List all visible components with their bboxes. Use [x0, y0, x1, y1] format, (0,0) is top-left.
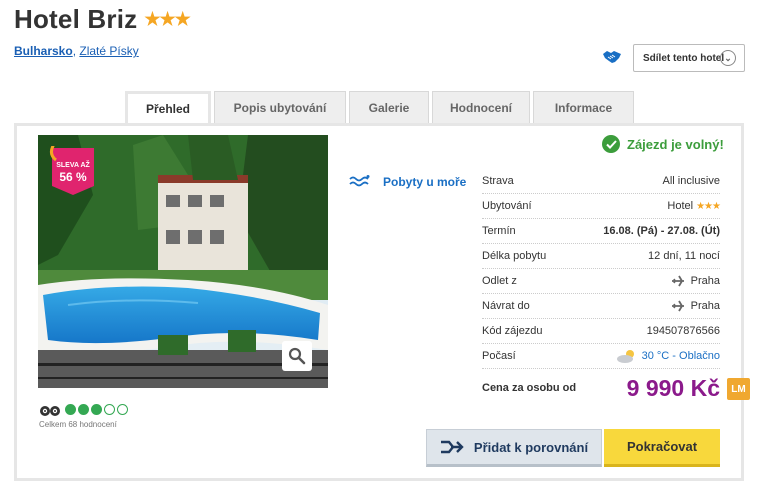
rating-dot [91, 404, 102, 415]
detail-row-return: Návrat do Praha [482, 294, 720, 319]
accommodation-stars: ★★★ [696, 200, 721, 212]
detail-label: Ubytování [482, 200, 532, 212]
detail-label: Návrat do [482, 300, 530, 312]
detail-value: Hotel ★★★ [667, 200, 721, 212]
breadcrumb-separator: , [72, 44, 77, 58]
rating-dot [78, 404, 89, 415]
tab-reviews-label: Hodnocení [450, 100, 512, 115]
sale-badge-line1: SLEVA AŽ [56, 160, 90, 169]
compare-arrow-icon [440, 440, 464, 454]
breadcrumb: Bulharsko, Zlaté Písky [14, 44, 139, 58]
check-circle-icon [602, 135, 620, 153]
tab-description-label: Popis ubytování [233, 100, 327, 115]
tab-description[interactable]: Popis ubytování [214, 91, 346, 123]
detail-value: Praha [671, 275, 720, 287]
continue-button[interactable]: Pokračovat [604, 429, 720, 467]
price-label: Cena za osobu od [482, 382, 577, 394]
detail-label: Strava [482, 175, 514, 187]
sale-badge-line2: 56 % [59, 170, 87, 184]
detail-value: All inclusive [662, 175, 720, 187]
category-sea-label: Pobyty u moře [383, 175, 467, 189]
detail-label: Délka pobytu [482, 250, 547, 262]
tab-gallery-label: Galerie [368, 100, 410, 115]
continue-label: Pokračovat [626, 439, 698, 454]
hotel-name: Hotel Briz [14, 4, 138, 34]
detail-value: Praha [671, 300, 720, 312]
detail-row-duration: Délka pobytu 12 dní, 11 nocí [482, 244, 720, 269]
tab-reviews[interactable]: Hodnocení [432, 91, 530, 123]
rating-dot [104, 404, 115, 415]
availability-status: Zájezd je volný! [602, 135, 724, 153]
detail-label: Termín [482, 225, 516, 237]
detail-value: 30 °C - Oblačno [616, 349, 720, 363]
accommodation-type: Hotel [667, 200, 694, 212]
tab-overview-label: Přehled [145, 102, 190, 116]
detail-label: Odlet z [482, 275, 517, 287]
tab-overview[interactable]: Přehled [125, 91, 211, 124]
handshake-icon[interactable] [602, 48, 622, 66]
chevron-down-icon: ⌄ [720, 50, 736, 66]
trip-details: Strava All inclusive Ubytování Hotel ★★★… [482, 169, 721, 407]
availability-text: Zájezd je volný! [627, 136, 724, 152]
waves-icon [349, 175, 370, 187]
tripadvisor-rating [65, 404, 128, 415]
page-title: Hotel Briz ★★★ [14, 4, 191, 35]
detail-row-code: Kód zájezdu 194507876566 [482, 319, 720, 344]
zoom-button[interactable] [282, 341, 312, 371]
hotel-stars: ★★★ [144, 9, 190, 29]
detail-label: Počasí [482, 350, 516, 362]
tab-information[interactable]: Informace [533, 91, 634, 123]
tripadvisor-owl-icon [40, 406, 60, 416]
partly-cloudy-icon [616, 350, 634, 363]
breadcrumb-country-link[interactable]: Bulharsko [14, 44, 73, 58]
departure-city: Praha [690, 275, 720, 287]
rating-dot [65, 404, 76, 415]
share-label: Sdílet tento hotel [643, 52, 725, 64]
rating-dot [117, 404, 128, 415]
review-count: Celkem 68 hodnocení [39, 420, 117, 429]
price-row: Cena za osobu od 9 990 Kč [482, 369, 720, 407]
detail-value: 16.08. (Pá) - 27.08. (Út) [603, 225, 720, 237]
add-to-compare-button[interactable]: Přidat k porovnání [426, 429, 602, 467]
tab-gallery[interactable]: Galerie [349, 91, 429, 123]
weather-text: 30 °C - Oblačno [641, 350, 720, 362]
compare-label: Přidat k porovnání [473, 439, 589, 455]
plane-icon [671, 275, 684, 287]
detail-value: 194507876566 [646, 325, 720, 337]
price-value: 9 990 Kč [626, 374, 720, 401]
share-hotel-button[interactable]: Sdílet tento hotel ⌄ [633, 44, 745, 72]
breadcrumb-resort-link[interactable]: Zlaté Písky [79, 44, 138, 58]
sale-badge: SLEVA AŽ 56 % [49, 146, 94, 195]
detail-row-dates: Termín 16.08. (Pá) - 27.08. (Út) [482, 219, 720, 244]
return-city: Praha [690, 300, 720, 312]
category-sea[interactable]: Pobyty u moře [349, 175, 466, 189]
detail-row-weather: Počasí 30 °C - Oblačno [482, 344, 720, 369]
plane-icon [671, 300, 684, 312]
detail-row-board: Strava All inclusive [482, 169, 720, 194]
detail-label: Kód zájezdu [482, 325, 543, 337]
detail-row-departure: Odlet z Praha [482, 269, 720, 294]
tab-bar: Přehled Popis ubytování Galerie Hodnocen… [125, 91, 637, 124]
last-minute-badge: LM [727, 378, 750, 400]
tab-information-label: Informace [554, 100, 613, 115]
magnifier-icon [288, 347, 306, 365]
detail-value: 12 dní, 11 nocí [648, 250, 720, 262]
detail-row-accommodation: Ubytování Hotel ★★★ [482, 194, 721, 219]
